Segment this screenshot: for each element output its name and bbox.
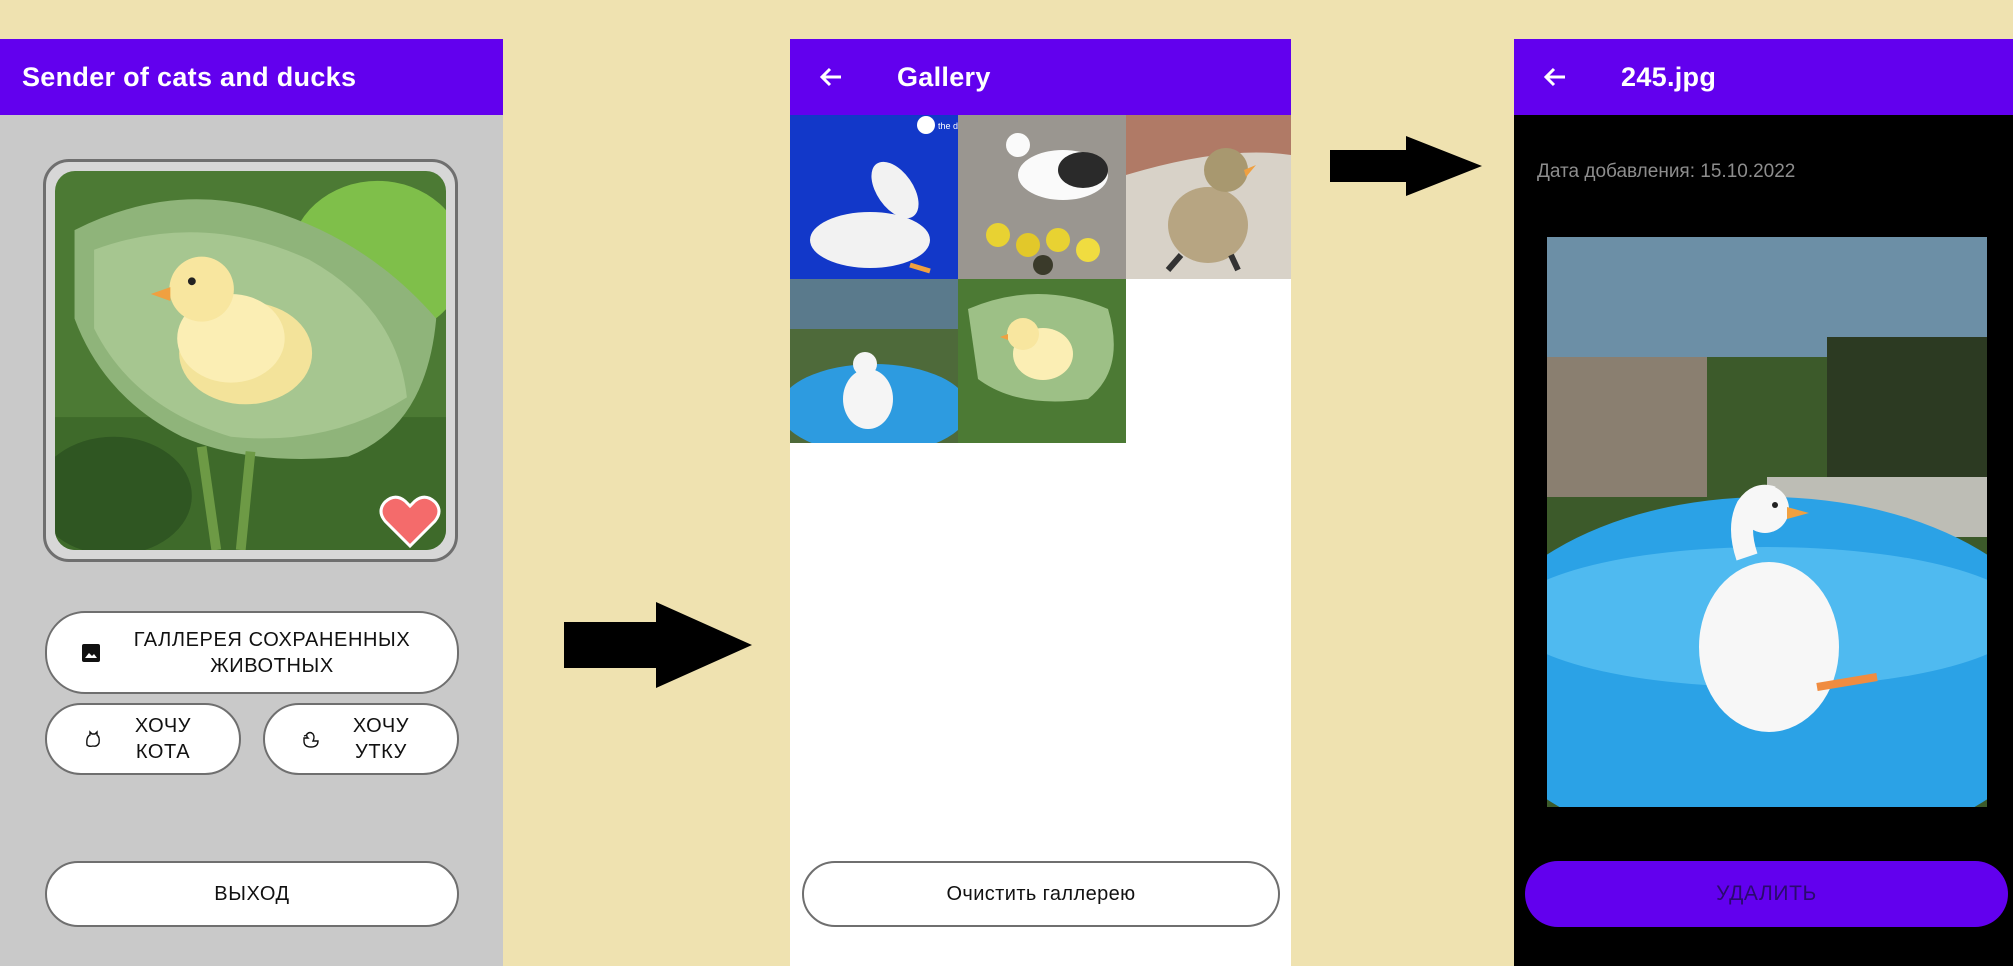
heart-icon[interactable]	[379, 493, 441, 549]
exit-button[interactable]: Выход	[45, 861, 459, 927]
gallery-button[interactable]: Галлерея сохраненных животных	[45, 611, 459, 694]
cat-icon	[86, 730, 100, 748]
app-bar: Gallery	[790, 39, 1291, 115]
duck-icon	[303, 731, 319, 748]
gallery-thumbnail[interactable]	[1126, 115, 1291, 279]
file-name-title: 245.jpg	[1621, 61, 1717, 92]
app-bar: Sender of cats and ducks	[0, 39, 503, 115]
animal-photo-card	[43, 159, 458, 562]
duck-photo	[1547, 237, 1987, 807]
clear-gallery-label: Очистить галлерею	[946, 883, 1136, 905]
gallery-thumbnail[interactable]: the dodo	[790, 115, 958, 279]
delete-button-label: Удалить	[1716, 882, 1817, 906]
back-arrow-icon[interactable]	[1539, 61, 1571, 93]
thumb-badge: the dodo	[938, 121, 958, 131]
want-duck-button[interactable]: Хочу утку	[263, 703, 459, 775]
delete-button[interactable]: Удалить	[1525, 861, 2008, 927]
app-title: Sender of cats and ducks	[22, 61, 357, 92]
app-bar: 245.jpg	[1514, 39, 2013, 115]
gallery-button-label: Галлерея сохраненных животных	[133, 628, 411, 677]
arrow-right-icon	[564, 602, 752, 688]
gallery-screen: Gallery the dodo	[790, 39, 1291, 966]
exit-button-label: Выход	[214, 883, 290, 905]
gallery-thumbnail[interactable]	[958, 279, 1126, 443]
gallery-title: Gallery	[897, 61, 991, 92]
arrow-right-icon	[1330, 136, 1482, 196]
image-icon	[82, 643, 100, 662]
gallery-thumbnail[interactable]	[958, 115, 1126, 279]
main-screen: Sender of cats and ducks ГАЛЛЕРЕЯ СОХРАН…	[0, 39, 503, 966]
gallery-grid: the dodo	[790, 115, 1291, 445]
back-arrow-icon[interactable]	[815, 61, 847, 93]
detail-screen: 245.jpg Дата добавления: 15.10.2022 Удал…	[1514, 39, 2013, 966]
clear-gallery-button[interactable]: Очистить галлерею	[802, 861, 1280, 927]
want-cat-button[interactable]: Хочу кота	[45, 703, 241, 775]
date-added-label: Дата добавления: 15.10.2022	[1537, 161, 1796, 182]
gallery-thumbnail[interactable]	[790, 279, 958, 443]
